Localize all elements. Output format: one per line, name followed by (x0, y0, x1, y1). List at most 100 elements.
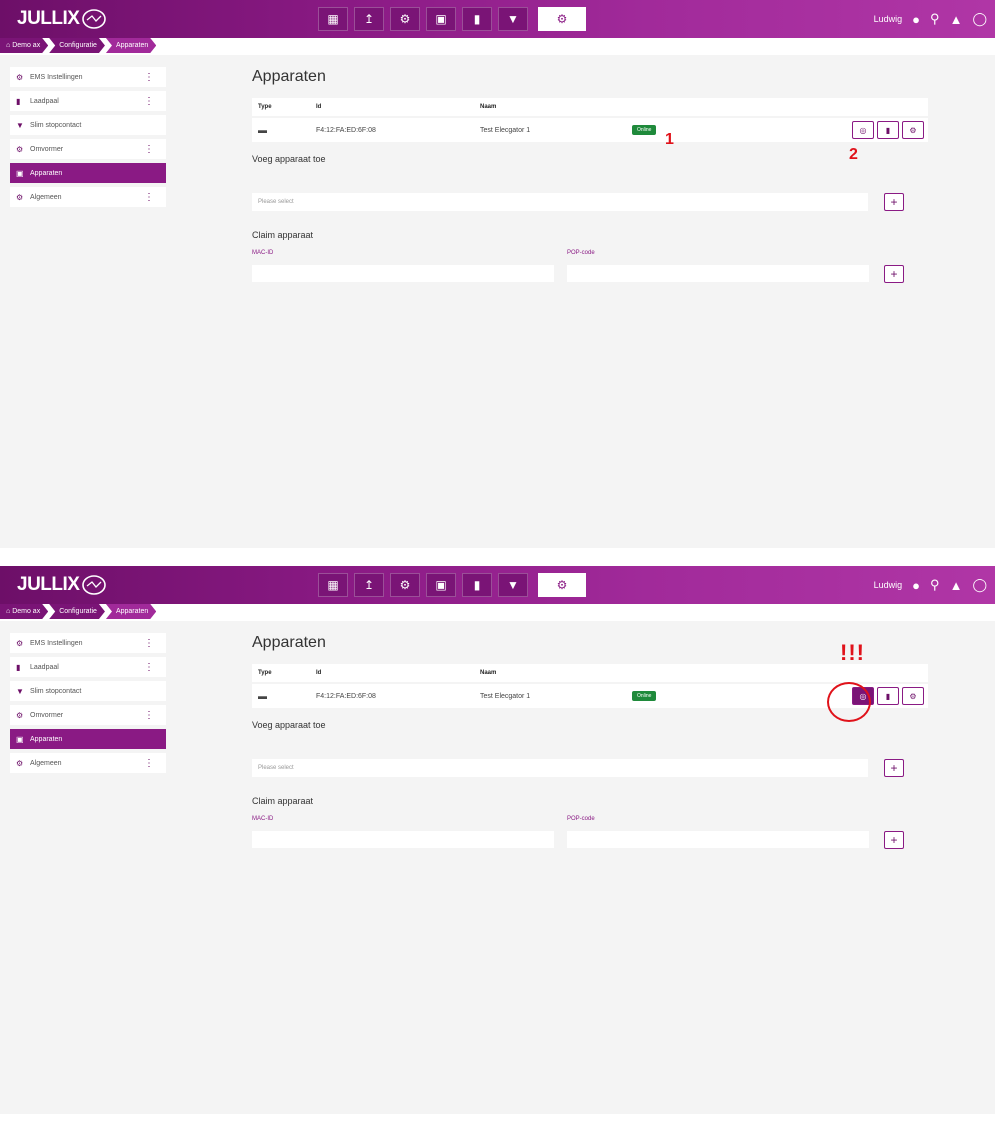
sidebar-item-omvormer[interactable]: ⚙ Omvormer ⋮ (10, 139, 166, 159)
gear-icon: ⚙ (909, 125, 917, 135)
mac-id-input[interactable] (252, 265, 554, 282)
kebab-icon[interactable]: ⋮ (144, 662, 154, 673)
mac-id-label: MAC-ID (252, 816, 274, 822)
pop-code-label: POP-code (567, 250, 595, 256)
chart-icon[interactable]: ↥ (354, 573, 384, 597)
brain-icon[interactable]: ⚙ (390, 7, 420, 31)
column-type: Type (258, 670, 272, 676)
devices-icon: ▣ (16, 734, 24, 744)
settings-button[interactable]: ⚙ (902, 121, 924, 139)
search-icon[interactable]: ⚲ (930, 11, 940, 27)
breadcrumb-configuratie[interactable]: Configuratie (49, 604, 105, 619)
help-icon[interactable]: ◯ (972, 11, 987, 27)
bell-icon[interactable]: ▲ (950, 12, 963, 27)
user-name[interactable]: Ludwig (874, 14, 903, 24)
breadcrumb-configuratie[interactable]: Configuratie (49, 38, 105, 53)
search-icon[interactable]: ⚲ (930, 577, 940, 593)
logo-brain-icon (82, 9, 107, 29)
annotation-marker-2: 2 (849, 146, 858, 163)
gear-icon: ⚙ (16, 758, 24, 768)
kebab-icon[interactable]: ⋮ (144, 96, 154, 107)
kebab-icon[interactable]: ⋮ (144, 638, 154, 649)
sidebar: ⚙ EMS Instellingen ⋮ ▮ Laadpaal ⋮ ▼ Slim stop… (10, 633, 166, 777)
charger-icon: ▮ (16, 662, 21, 672)
kebab-icon[interactable]: ⋮ (144, 192, 154, 203)
breadcrumb-home[interactable]: ⌂ Demo ax (0, 38, 48, 53)
plug-icon[interactable]: ▼ (498, 7, 528, 31)
sidebar-item-label: EMS Instellingen (30, 73, 83, 81)
add-device-button[interactable]: + (884, 193, 904, 211)
app-logo[interactable]: JULLIX (17, 6, 107, 32)
plug-icon[interactable]: ▼ (498, 573, 528, 597)
breadcrumb-label: Configuratie (59, 608, 97, 615)
bell-icon[interactable]: ▲ (950, 578, 963, 593)
sidebar-item-slim-stopcontact[interactable]: ▼ Slim stopcontact (10, 681, 166, 701)
sidebar-item-label: Apparaten (30, 735, 63, 743)
mac-id-input[interactable] (252, 831, 554, 848)
kebab-icon[interactable]: ⋮ (144, 710, 154, 721)
sidebar-item-apparaten[interactable]: ▣ Apparaten (10, 163, 166, 183)
plus-icon: + (890, 267, 898, 281)
sidebar-item-ems[interactable]: ⚙ EMS Instellingen ⋮ (10, 633, 166, 653)
globe-button[interactable]: ◎ (852, 121, 874, 139)
sidebar-item-label: Laadpaal (30, 663, 59, 671)
gear-icon[interactable]: ⚙ (538, 7, 586, 31)
claim-device-button[interactable]: + (884, 831, 904, 849)
kebab-icon[interactable]: ⋮ (144, 758, 154, 769)
help-icon[interactable]: ◯ (972, 577, 987, 593)
user-icon[interactable]: ● (912, 12, 920, 27)
user-area: Ludwig ● ⚲ ▲ ◯ (874, 11, 987, 27)
brain-icon[interactable]: ⚙ (390, 573, 420, 597)
breadcrumb-apparaten[interactable]: Apparaten (106, 38, 156, 53)
sidebar-item-label: Slim stopcontact (30, 121, 82, 129)
sidebar-item-algemeen[interactable]: ⚙ Algemeen ⋮ (10, 187, 166, 207)
device-select[interactable]: Please select (252, 193, 868, 211)
pop-code-input[interactable] (567, 831, 869, 848)
sidebar-item-label: Omvormer (30, 145, 64, 153)
chart-icon[interactable]: ↥ (354, 7, 384, 31)
delete-button[interactable]: ▮ (877, 687, 899, 705)
dashboard-icon[interactable]: ▦ (318, 573, 348, 597)
screenshot-panel: JULLIX ▦ ↥ ⚙ ▣ ▮ ▼ ⚙ Ludwig ● ⚲ ▲ ◯ ⌂ De… (0, 0, 995, 548)
settings-button[interactable]: ⚙ (902, 687, 924, 705)
claim-device-button[interactable]: + (884, 265, 904, 283)
ems-icon: ⚙ (16, 638, 24, 648)
user-name[interactable]: Ludwig (874, 580, 903, 590)
breadcrumb-apparaten[interactable]: Apparaten (106, 604, 156, 619)
annotation-marker-1: 1 (665, 131, 674, 148)
charger-icon[interactable]: ▮ (462, 573, 492, 597)
annotation-circle (827, 682, 871, 722)
add-device-button[interactable]: + (884, 759, 904, 777)
sidebar-item-laadpaal[interactable]: ▮ Laadpaal ⋮ (10, 657, 166, 677)
trash-icon: ▮ (885, 125, 891, 135)
breadcrumb-home[interactable]: ⌂ Demo ax (0, 604, 48, 619)
pop-code-input[interactable] (567, 265, 869, 282)
sidebar-item-laadpaal[interactable]: ▮ Laadpaal ⋮ (10, 91, 166, 111)
delete-button[interactable]: ▮ (877, 121, 899, 139)
status-badge: Online (632, 691, 657, 701)
gear-icon[interactable]: ⚙ (538, 573, 586, 597)
trash-icon: ▮ (885, 691, 891, 701)
user-icon[interactable]: ● (912, 578, 920, 593)
app-logo[interactable]: JULLIX (17, 572, 107, 598)
sidebar-item-label: Algemeen (30, 193, 62, 201)
sidebar-item-omvormer[interactable]: ⚙ Omvormer ⋮ (10, 705, 166, 725)
sidebar-item-ems[interactable]: ⚙ EMS Instellingen ⋮ (10, 67, 166, 87)
sidebar-item-slim-stopcontact[interactable]: ▼ Slim stopcontact (10, 115, 166, 135)
sidebar-item-algemeen[interactable]: ⚙ Algemeen ⋮ (10, 753, 166, 773)
sidebar-item-label: Apparaten (30, 169, 63, 177)
device-select[interactable]: Please select (252, 759, 868, 777)
charger-icon[interactable]: ▮ (462, 7, 492, 31)
plus-icon: + (890, 195, 898, 209)
charger-icon: ▮ (16, 96, 21, 106)
breadcrumb-label: Demo ax (12, 42, 41, 49)
battery-icon[interactable]: ▣ (426, 573, 456, 597)
gear-icon: ⚙ (909, 691, 917, 701)
kebab-icon[interactable]: ⋮ (144, 72, 154, 83)
breadcrumb: ⌂ Demo ax Configuratie Apparaten (0, 38, 157, 53)
battery-icon[interactable]: ▣ (426, 7, 456, 31)
kebab-icon[interactable]: ⋮ (144, 144, 154, 155)
sidebar-item-apparaten[interactable]: ▣ Apparaten (10, 729, 166, 749)
dashboard-icon[interactable]: ▦ (318, 7, 348, 31)
globe-icon: ◎ (859, 125, 867, 135)
